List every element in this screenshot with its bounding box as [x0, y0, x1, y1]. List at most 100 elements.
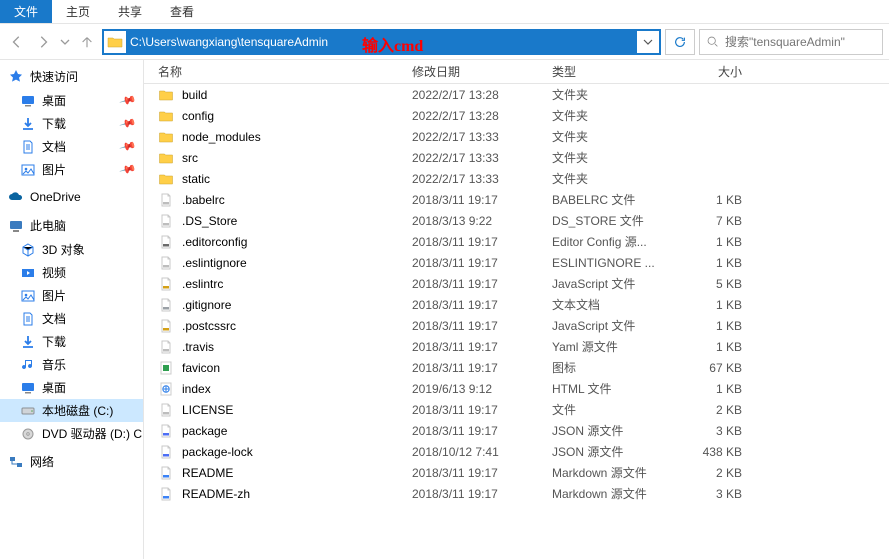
quick-item-2[interactable]: 文档📌	[0, 135, 143, 158]
file-size: 67 KB	[682, 361, 762, 375]
tab-file[interactable]: 文件	[0, 0, 52, 23]
address-input[interactable]	[126, 31, 637, 53]
file-date: 2018/3/11 19:17	[412, 424, 552, 438]
pc-item-7[interactable]: 本地磁盘 (C:)	[0, 399, 143, 422]
pc-item-2[interactable]: 图片	[0, 284, 143, 307]
file-row[interactable]: README2018/3/11 19:17Markdown 源文件2 KB	[144, 462, 889, 483]
refresh-button[interactable]	[665, 29, 695, 55]
file-row[interactable]: package2018/3/11 19:17JSON 源文件3 KB	[144, 420, 889, 441]
file-size: 5 KB	[682, 277, 762, 291]
back-button[interactable]	[6, 31, 28, 53]
col-date[interactable]: 修改日期	[412, 63, 552, 80]
file-name: LICENSE	[182, 403, 233, 417]
file-size: 7 KB	[682, 214, 762, 228]
address-bar[interactable]: 输入cmd	[102, 29, 661, 55]
navigation-bar: 输入cmd	[0, 24, 889, 60]
file-row[interactable]: .eslintrc2018/3/11 19:17JavaScript 文件5 K…	[144, 273, 889, 294]
network-header[interactable]: 网络	[0, 449, 143, 474]
downloads-icon	[20, 116, 36, 132]
quick-item-3[interactable]: 图片📌	[0, 158, 143, 181]
pc-item-8[interactable]: DVD 驱动器 (D:) C	[0, 422, 143, 445]
quick-access-header[interactable]: 快速访问	[0, 64, 143, 89]
file-name: config	[182, 109, 214, 123]
pc-item-4[interactable]: 下载	[0, 330, 143, 353]
file-name: .editorconfig	[182, 235, 247, 249]
file-type: JavaScript 文件	[552, 275, 682, 292]
file-name: .babelrc	[182, 193, 225, 207]
file-row[interactable]: config2022/2/17 13:28文件夹	[144, 105, 889, 126]
pin-icon: 📌	[119, 114, 137, 132]
file-row[interactable]: .travis2018/3/11 19:17Yaml 源文件1 KB	[144, 336, 889, 357]
file-icon	[158, 192, 174, 208]
file-size: 1 KB	[682, 319, 762, 333]
col-type[interactable]: 类型	[552, 63, 682, 80]
search-input[interactable]	[725, 35, 876, 49]
file-name: package-lock	[182, 445, 253, 459]
md-icon	[158, 465, 174, 481]
pc-item-6[interactable]: 桌面	[0, 376, 143, 399]
this-pc-header[interactable]: 此电脑	[0, 213, 143, 238]
file-date: 2018/3/11 19:17	[412, 361, 552, 375]
col-name[interactable]: 名称	[158, 63, 412, 80]
file-row[interactable]: .DS_Store2018/3/13 9:22DS_STORE 文件7 KB	[144, 210, 889, 231]
quick-item-0[interactable]: 桌面📌	[0, 89, 143, 112]
json-icon	[158, 423, 174, 439]
quick-item-1[interactable]: 下载📌	[0, 112, 143, 135]
pin-icon: 📌	[119, 160, 137, 178]
address-dropdown[interactable]	[637, 37, 659, 47]
file-row[interactable]: .gitignore2018/3/11 19:17文本文档1 KB	[144, 294, 889, 315]
file-date: 2022/2/17 13:33	[412, 172, 552, 186]
file-type: 文件	[552, 401, 682, 418]
file-date: 2022/2/17 13:28	[412, 88, 552, 102]
file-row[interactable]: package-lock2018/10/12 7:41JSON 源文件438 K…	[144, 441, 889, 462]
file-row[interactable]: .editorconfig2018/3/11 19:17Editor Confi…	[144, 231, 889, 252]
tab-view[interactable]: 查看	[156, 0, 208, 23]
file-type: Markdown 源文件	[552, 464, 682, 481]
file-row[interactable]: src2022/2/17 13:33文件夹	[144, 147, 889, 168]
col-size[interactable]: 大小	[682, 63, 762, 80]
history-dropdown[interactable]	[58, 31, 72, 53]
file-row[interactable]: favicon2018/3/11 19:17图标67 KB	[144, 357, 889, 378]
pin-icon: 📌	[119, 91, 137, 109]
tab-share[interactable]: 共享	[104, 0, 156, 23]
forward-button[interactable]	[32, 31, 54, 53]
file-name: .gitignore	[182, 298, 231, 312]
tab-home[interactable]: 主页	[52, 0, 104, 23]
file-size: 1 KB	[682, 256, 762, 270]
file-row[interactable]: index2019/6/13 9:12HTML 文件1 KB	[144, 378, 889, 399]
file-row[interactable]: node_modules2022/2/17 13:33文件夹	[144, 126, 889, 147]
onedrive-header[interactable]: OneDrive	[0, 185, 143, 209]
file-date: 2018/3/11 19:17	[412, 319, 552, 333]
pc-item-3[interactable]: 文档	[0, 307, 143, 330]
file-row[interactable]: static2022/2/17 13:33文件夹	[144, 168, 889, 189]
txt-icon	[158, 297, 174, 313]
file-icon	[158, 339, 174, 355]
pc-icon	[8, 218, 24, 234]
file-row[interactable]: .eslintignore2018/3/11 19:17ESLINTIGNORE…	[144, 252, 889, 273]
ico-icon	[158, 360, 174, 376]
file-row[interactable]: LICENSE2018/3/11 19:17文件2 KB	[144, 399, 889, 420]
file-row[interactable]: README-zh2018/3/11 19:17Markdown 源文件3 KB	[144, 483, 889, 504]
js-icon	[158, 276, 174, 292]
search-box[interactable]	[699, 29, 883, 55]
json-icon	[158, 444, 174, 460]
file-date: 2018/3/13 9:22	[412, 214, 552, 228]
pc-item-5[interactable]: 音乐	[0, 353, 143, 376]
file-row[interactable]: .babelrc2018/3/11 19:17BABELRC 文件1 KB	[144, 189, 889, 210]
folder-icon	[104, 34, 126, 50]
file-date: 2022/2/17 13:33	[412, 151, 552, 165]
folder-icon	[158, 171, 174, 187]
file-date: 2018/3/11 19:17	[412, 193, 552, 207]
file-size: 1 KB	[682, 382, 762, 396]
file-row[interactable]: build2022/2/17 13:28文件夹	[144, 84, 889, 105]
up-button[interactable]	[76, 31, 98, 53]
file-name: node_modules	[182, 130, 261, 144]
file-icon	[158, 402, 174, 418]
navigation-pane: 快速访问 桌面📌下载📌文档📌图片📌 OneDrive 此电脑 3D 对象视频图片…	[0, 60, 144, 559]
file-name: .eslintrc	[182, 277, 223, 291]
file-size: 438 KB	[682, 445, 762, 459]
file-row[interactable]: .postcssrc2018/3/11 19:17JavaScript 文件1 …	[144, 315, 889, 336]
pc-item-0[interactable]: 3D 对象	[0, 238, 143, 261]
pc-item-1[interactable]: 视频	[0, 261, 143, 284]
file-name: src	[182, 151, 198, 165]
